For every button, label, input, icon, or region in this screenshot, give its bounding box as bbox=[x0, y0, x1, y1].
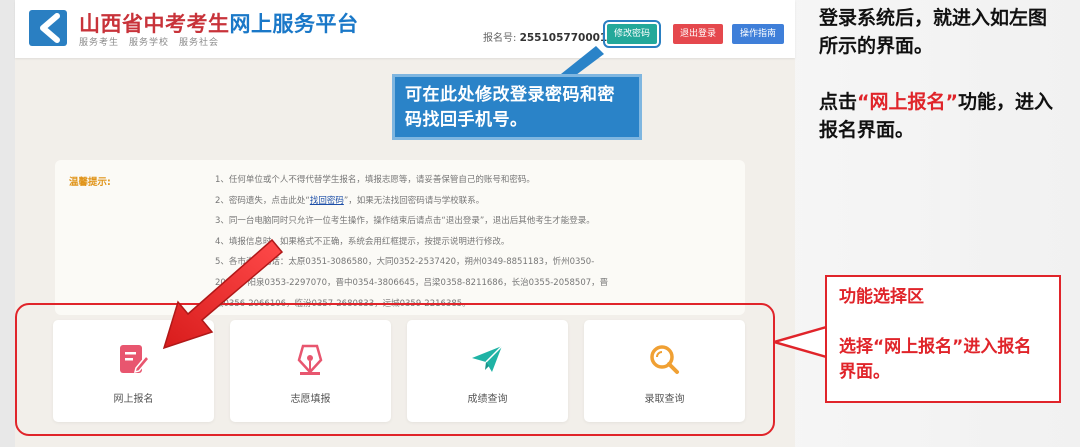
help-guide-button[interactable]: 操作指南 bbox=[732, 24, 784, 44]
instruction-text: 登录系统后，就进入如左图所示的界面。 点击“网上报名”功能，进入报名界面。 bbox=[819, 4, 1059, 144]
registration-number: 报名号: 255105770001 bbox=[483, 32, 608, 44]
notice-line: 1、任何单位或个人不得代替学生报名，填报志愿等，请妥善保管自己的账号和密码。 bbox=[215, 175, 535, 185]
logout-button[interactable]: 退出登录 bbox=[673, 24, 723, 44]
password-callout: 可在此处修改登录密码和密码找回手机号。 bbox=[392, 74, 642, 140]
notice-title: 温馨提示: bbox=[69, 177, 111, 188]
notice-line: 2、密码遗失，点击此处“找回密码”，如果无法找回密码请与学校联系。 bbox=[215, 195, 485, 206]
change-password-button[interactable]: 修改密码 bbox=[603, 20, 661, 48]
site-logo-icon bbox=[29, 10, 67, 46]
red-arrow-icon bbox=[162, 238, 284, 350]
note-title: 功能选择区 bbox=[839, 287, 924, 307]
notice-line: 5、各市咨询电话：太原0351-3086580，大同0352-2537420，朔… bbox=[215, 257, 595, 268]
notice-line: 4、填报信息时，如果格式不正确，系统会用红框提示，按提示说明进行修改。 bbox=[215, 236, 510, 247]
callout-pointer bbox=[556, 46, 604, 78]
site-header: 山西省中考考生网上服务平台 服务考生 服务学校 服务社会 报名号: 25510577… bbox=[15, 0, 795, 58]
instruction-paragraph-2: 点击“网上报名”功能，进入报名界面。 bbox=[819, 91, 1054, 141]
red-note-pointer bbox=[774, 324, 830, 360]
function-selection-frame bbox=[15, 303, 775, 436]
recover-password-link[interactable]: 找回密码 bbox=[310, 196, 344, 206]
notice-lines: 1、任何单位或个人不得代替学生报名，填报志愿等，请妥善保管自己的账号和密码。 2… bbox=[215, 170, 735, 314]
function-selection-note: 功能选择区 选择“网上报名”进入报名界面。 bbox=[825, 275, 1061, 403]
notice-line: 3、同一台电脑同时只允许一位考生操作，操作结束后请点击“退出登录”，退出后其他考… bbox=[215, 216, 595, 227]
note-body: 选择“网上报名”进入报名界面。 bbox=[839, 337, 1032, 382]
instruction-paragraph-1: 登录系统后，就进入如左图所示的界面。 bbox=[819, 7, 1048, 57]
site-title: 山西省中考考生网上服务平台 bbox=[79, 12, 359, 36]
notice-line: 2025... 阳泉0353-2297070，晋中0354-3806645，吕梁… bbox=[215, 277, 609, 288]
site-subtitle: 服务考生 服务学校 服务社会 bbox=[79, 38, 220, 48]
